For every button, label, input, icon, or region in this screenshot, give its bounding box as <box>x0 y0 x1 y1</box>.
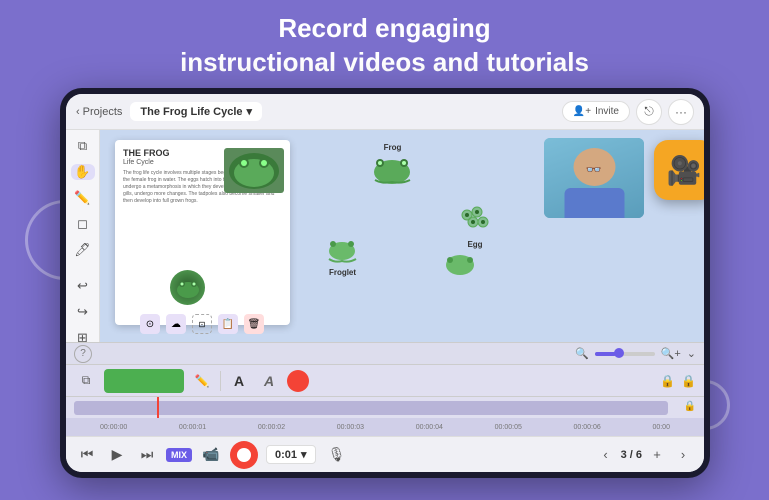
hand-tool-button[interactable]: ✋ <box>71 164 95 180</box>
record-dot <box>237 448 251 462</box>
lock-track-icon[interactable]: 🔒 <box>684 401 696 412</box>
share-button[interactable]: ⎋ <box>636 99 662 125</box>
prev-page-button[interactable]: ‹ <box>595 444 617 466</box>
frog-diagram: Frog <box>305 135 505 320</box>
canvas-tool-1[interactable]: ⊙ <box>140 314 160 334</box>
zoom-in-icon[interactable]: 🔍+ <box>661 347 681 360</box>
top-bar-actions: 👤+ Invite ⎋ ··· <box>562 99 694 125</box>
microphone-button[interactable]: 🎙 <box>324 442 350 468</box>
user-plus-icon: 👤+ <box>573 106 591 117</box>
time-3: 00:00:03 <box>337 424 364 431</box>
timeline-playhead-2 <box>157 397 159 418</box>
canvas-tool-delete[interactable]: 🗑 <box>244 314 264 334</box>
page-navigation: ‹ 3 / 6 + › <box>595 444 694 466</box>
time-2: 00:00:02 <box>258 424 285 431</box>
text-serif-btn[interactable]: A <box>257 369 281 393</box>
egg-label: Egg <box>455 200 495 249</box>
invite-button[interactable]: 👤+ Invite <box>562 101 630 122</box>
time-dropdown-icon[interactable]: ▾ <box>301 448 307 461</box>
pen-tool-btn[interactable]: ✏️ <box>190 369 214 393</box>
slide-canvas: THE FROG Life Cycle <box>100 130 704 342</box>
record-button[interactable] <box>230 441 258 469</box>
invite-label: Invite <box>595 106 619 117</box>
slide-document: THE FROG Life Cycle <box>115 140 290 325</box>
lock-upper-icon[interactable]: 🔒 <box>660 374 675 388</box>
lock-lower-icon[interactable]: 🔒 <box>681 374 696 388</box>
chevron-left-icon: ‹ <box>76 106 80 118</box>
share-icon: ⎋ <box>644 104 654 119</box>
projects-label: Projects <box>83 106 123 118</box>
skip-back-button[interactable]: ⏮ <box>76 444 98 466</box>
canvas-tool-4[interactable]: 📋 <box>218 314 238 334</box>
time-0: 00:00:00 <box>100 424 127 431</box>
bottom-section: ? 🔍 🔍+ ⌄ ⧉ ✏️ A A <box>66 342 704 472</box>
time-end: 00:00 <box>652 424 670 431</box>
canvas-tool-3[interactable]: ⊡ <box>192 314 212 334</box>
time-display: 0:01 ▾ <box>266 445 316 464</box>
time-5: 00:00:05 <box>495 424 522 431</box>
video-toggle-button[interactable]: 📹 <box>200 444 222 466</box>
text-tool-btn[interactable]: A <box>227 369 251 393</box>
time-6: 00:00:06 <box>574 424 601 431</box>
record-indicator <box>287 370 309 392</box>
back-to-projects-button[interactable]: ‹ Projects <box>76 106 122 118</box>
tab-label: The Frog Life Cycle <box>140 106 242 118</box>
current-tab[interactable]: The Frog Life Cycle ▾ <box>130 102 262 121</box>
zoom-bar: ? 🔍 🔍+ ⌄ <box>66 342 704 364</box>
edit-toolbar: ⧉ ✏️ A A 🔒 🔒 <box>66 364 704 396</box>
header-line2: instructional videos and tutorials <box>0 46 769 80</box>
page-indicator: 3 / 6 <box>621 449 642 461</box>
header-line1: Record engaging <box>0 12 769 46</box>
highlighter-tool-button[interactable]: 🖊 <box>71 242 95 258</box>
copy-tool-button[interactable]: ⧉ <box>71 138 95 154</box>
add-page-button[interactable]: + <box>646 444 668 466</box>
tadpole <box>440 250 480 285</box>
pencil-tool-button[interactable]: ✏️ <box>71 190 95 206</box>
tablet-frame: 🎥 ‹ Projects The Frog Life Cycle ▾ 👤+ In… <box>60 88 710 478</box>
tablet-screen: 🎥 ‹ Projects The Frog Life Cycle ▾ 👤+ In… <box>66 94 704 472</box>
froglet-label: Froglet <box>325 235 360 277</box>
header-section: Record engaging instructional videos and… <box>0 12 769 80</box>
current-time: 0:01 <box>275 449 297 461</box>
frog-image <box>224 148 284 193</box>
time-markers: 00:00:00 00:00:01 00:00:02 00:00:03 00:0… <box>66 418 704 436</box>
time-4: 00:00:04 <box>416 424 443 431</box>
main-canvas-area: ⧉ ✋ ✏️ ◻ 🖊 ↩ ↪ ⊞ 🔍 THE FROG Life <box>66 130 704 342</box>
zoom-slider[interactable] <box>595 352 655 356</box>
help-button[interactable]: ? <box>74 345 92 363</box>
copy-tool-btn[interactable]: ⧉ <box>74 369 98 393</box>
webcam-frame: 👓 <box>544 138 644 218</box>
skip-forward-button[interactable]: ⏭ <box>136 444 158 466</box>
undo-button[interactable]: ↩ <box>71 278 95 294</box>
chevron-down-icon: ▾ <box>247 105 253 118</box>
mix-badge: MIX <box>166 448 192 462</box>
camera-fab-button[interactable]: 🎥 <box>654 140 704 200</box>
next-page-button[interactable]: › <box>672 444 694 466</box>
zoom-expand-icon[interactable]: ⌄ <box>687 347 696 360</box>
separator-1 <box>220 371 221 391</box>
playback-controls: ⏮ ▶ ⏭ MIX 📹 0:01 ▾ 🎙 ‹ 3 / <box>66 436 704 472</box>
second-track-row: 🔒 <box>66 396 704 418</box>
redo-button[interactable]: ↪ <box>71 304 95 320</box>
canvas-tool-2[interactable]: ☁ <box>166 314 186 334</box>
play-pause-button[interactable]: ▶ <box>106 444 128 466</box>
ellipsis-icon: ··· <box>675 105 687 119</box>
more-options-button[interactable]: ··· <box>668 99 694 125</box>
canvas-tools: ⊙ ☁ ⊡ 📋 🗑 <box>140 314 264 334</box>
zoom-out-icon[interactable]: 🔍 <box>575 347 589 360</box>
top-bar: ‹ Projects The Frog Life Cycle ▾ 👤+ Invi… <box>66 94 704 130</box>
time-1: 00:00:01 <box>179 424 206 431</box>
frog-label: Frog <box>370 143 415 192</box>
layers-button[interactable]: ⊞ <box>71 330 95 342</box>
left-toolbar: ⧉ ✋ ✏️ ◻ 🖊 ↩ ↪ ⊞ 🔍 <box>66 130 100 342</box>
eraser-tool-button[interactable]: ◻ <box>71 216 95 232</box>
green-track-segment <box>104 369 184 393</box>
